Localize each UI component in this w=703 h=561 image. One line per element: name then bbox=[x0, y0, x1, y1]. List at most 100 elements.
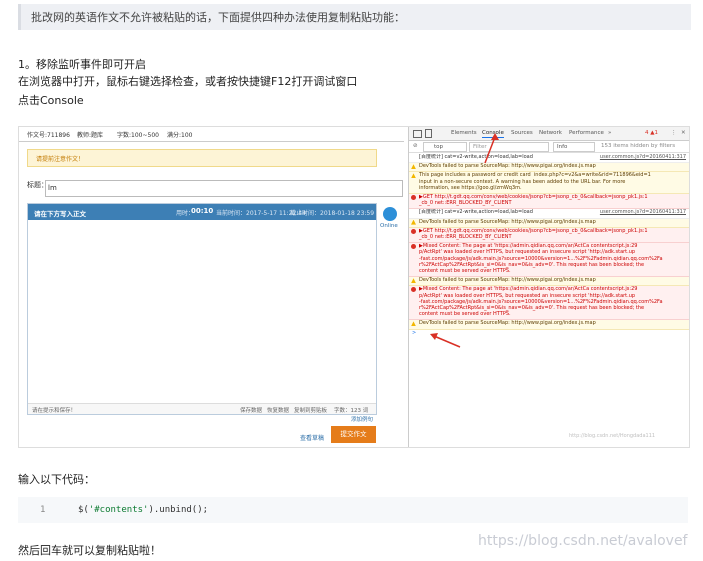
console-log-text: ▶GET http://t.gdt.qq.com/conv/web/cookie… bbox=[419, 194, 648, 207]
title-value: lm bbox=[48, 184, 57, 192]
prompt-caret: > bbox=[412, 329, 417, 336]
warning-text: 请提前注意作文！ bbox=[36, 156, 85, 163]
error-icon bbox=[411, 244, 416, 250]
submit-essay-button[interactable]: 提交作文 bbox=[331, 426, 376, 443]
console-log-row[interactable]: DevTools failed to parse SourceMap: http… bbox=[409, 320, 689, 330]
device-icon[interactable] bbox=[425, 129, 432, 138]
console-log-text: DevTools failed to parse SourceMap: http… bbox=[419, 320, 596, 327]
context-select[interactable]: top bbox=[423, 142, 467, 152]
filter-input[interactable]: Filter bbox=[469, 142, 549, 152]
devtools-tabs: Elements Console Sources Network Perform… bbox=[409, 127, 689, 141]
console-log-text: DevTools failed to parse SourceMap: http… bbox=[419, 277, 596, 284]
step1-instruction: 在浏览器中打开，鼠标右键选择检查，或者按快捷键F12打开调试窗口 bbox=[18, 75, 358, 88]
title-input[interactable]: lm bbox=[45, 180, 403, 197]
line-number: 1 bbox=[40, 505, 46, 515]
close-icon[interactable]: ✕ bbox=[681, 130, 686, 136]
console-log-row[interactable]: DevTools failed to parse SourceMap: http… bbox=[409, 218, 689, 228]
devtools-watermark: http://blog.csdn.net/Hongdada111 bbox=[569, 433, 656, 439]
console-log-row[interactable]: ▶GET http://t.gdt.qq.com/conv/web/cookie… bbox=[409, 227, 689, 244]
copy-clipboard-link[interactable]: 复制到剪贴板 bbox=[294, 406, 327, 414]
tab-elements[interactable]: Elements bbox=[451, 130, 477, 136]
console-log-row[interactable]: DevTools failed to parse SourceMap: http… bbox=[409, 163, 689, 173]
console-log-row[interactable]: This page includes a password or credit … bbox=[409, 172, 689, 194]
save-hint: 请在提示和保存！ bbox=[32, 408, 77, 414]
console-log-text: [百度统计] cat=v2-write,action=load,lab=load bbox=[419, 209, 533, 216]
intro-quote: 批改网的英语作文不允许被粘贴的话，下面提供四种办法使用复制粘贴功能： bbox=[18, 4, 691, 30]
console-log-row[interactable]: DevTools failed to parse SourceMap: http… bbox=[409, 277, 689, 287]
input-label: 输入以下代码： bbox=[18, 473, 95, 486]
warning-icon bbox=[411, 173, 416, 179]
console-prompt[interactable]: > bbox=[409, 329, 689, 338]
console-log-source[interactable]: user.common.js?d=20160411:317 bbox=[600, 154, 686, 160]
word-count: 字数：123 词 bbox=[334, 408, 369, 414]
filter-placeholder: Filter bbox=[473, 144, 487, 150]
screenshot-figure: 作文号:711896 教师:题库 字数:100~500 满分:100 请提前注意… bbox=[18, 126, 690, 448]
error-count-badge[interactable]: 4 ▲1 bbox=[645, 130, 658, 136]
step1-heading: 1。移除监听事件即可开启 bbox=[18, 58, 146, 71]
error-icon bbox=[411, 228, 416, 234]
menu-kebab-icon[interactable]: ⋮ bbox=[671, 130, 677, 136]
code-block: 1 $('#contents').unbind(); bbox=[18, 497, 688, 523]
console-log-row[interactable]: [百度统计] cat=v2-write,action=load,lab=load… bbox=[409, 154, 689, 164]
watermark: https://blog.csdn.net/avalovef bbox=[478, 533, 688, 549]
error-icon bbox=[411, 195, 416, 200]
essay-editor[interactable]: 请在下方写入正文 用时： 00:10 当前时间：2017-5-17 11:22:… bbox=[27, 203, 377, 415]
code-prefix: $( bbox=[78, 505, 89, 515]
console-log-text: DevTools failed to parse SourceMap: http… bbox=[419, 218, 596, 225]
save-data-link[interactable]: 保存数据 bbox=[240, 406, 262, 414]
code-string: '#contents' bbox=[88, 505, 149, 515]
full-score: 满分:100 bbox=[167, 132, 193, 139]
hidden-count: 153 items hidden by filters bbox=[601, 143, 676, 149]
essay-page: 作文号:711896 教师:题库 字数:100~500 满分:100 请提前注意… bbox=[19, 127, 404, 447]
essay-info-bar: 作文号:711896 教师:题库 字数:100~500 满分:100 bbox=[19, 127, 404, 142]
console-log-text: [百度统计] cat=v2-write,action=load,lab=load bbox=[419, 154, 533, 160]
console-log-text: This page includes a password or credit … bbox=[419, 172, 651, 191]
step1-console-hint: 点击Console bbox=[18, 94, 84, 107]
devtools-panel: Elements Console Sources Network Perform… bbox=[408, 127, 689, 447]
level-value: Info bbox=[557, 144, 568, 150]
warning-icon bbox=[411, 278, 416, 284]
warning-icon bbox=[411, 219, 416, 225]
online-help[interactable]: Online bbox=[380, 207, 400, 231]
deadline: 截止时间：2018-01-18 23:59 bbox=[290, 210, 375, 217]
clear-console-icon[interactable]: ⊘ bbox=[413, 143, 418, 149]
restore-data-link[interactable]: 恢复数据 bbox=[267, 406, 289, 414]
warning-banner: 请提前注意作文！ bbox=[27, 149, 377, 167]
outro-text: 然后回车就可以复制粘贴啦！ bbox=[18, 544, 161, 557]
level-select[interactable]: Info bbox=[553, 142, 595, 152]
intro-text: 批改网的英语作文不允许被粘贴的话，下面提供四种办法使用复制粘贴功能： bbox=[31, 11, 405, 24]
error-icon bbox=[411, 287, 416, 293]
inspect-icon[interactable] bbox=[413, 130, 422, 138]
editor-footer: 请在提示和保存！ 保存数据 恢复数据 复制到剪贴板 字数：123 词 bbox=[28, 403, 376, 414]
online-label: Online bbox=[380, 223, 398, 229]
console-log-text: ▶GET http://t.gdt.qq.com/conv/web/cookie… bbox=[419, 227, 648, 240]
console-log-source[interactable]: user.common.js?d=20160411:317 bbox=[600, 209, 686, 215]
tab-sources[interactable]: Sources bbox=[511, 130, 533, 136]
console-log-row[interactable]: ▶GET http://t.gdt.qq.com/conv/web/cookie… bbox=[409, 194, 689, 210]
view-draft-link[interactable]: 查看草稿 bbox=[300, 433, 324, 442]
essay-id: 作文号:711896 bbox=[27, 132, 70, 139]
teacher: 教师:题库 bbox=[77, 132, 104, 139]
console-log-text: ▶Mixed Content: The page at 'https://adm… bbox=[419, 243, 663, 274]
console-log-row[interactable]: [百度统计] cat=v2-write,action=load,lab=load… bbox=[409, 209, 689, 219]
more-tabs-icon[interactable]: » bbox=[608, 130, 611, 136]
warning-icon bbox=[411, 321, 416, 327]
timer: 00:10 bbox=[191, 207, 214, 215]
context-value: top bbox=[434, 144, 444, 150]
code-line: $('#contents').unbind(); bbox=[78, 505, 208, 515]
code-suffix: ).unbind(); bbox=[148, 505, 209, 515]
console-log-text: ▶Mixed Content: The page at 'https://adm… bbox=[419, 286, 663, 318]
chat-icon bbox=[383, 207, 397, 221]
editor-heading: 请在下方写入正文 bbox=[34, 210, 86, 218]
editor-header: 请在下方写入正文 用时： 00:10 当前时间：2017-5-17 11:22:… bbox=[28, 204, 376, 220]
add-example-link[interactable]: 添加例句 bbox=[351, 415, 373, 423]
console-log-row[interactable]: ▶Mixed Content: The page at 'https://adm… bbox=[409, 243, 689, 278]
tab-console[interactable]: Console bbox=[482, 130, 504, 138]
console-log-text: DevTools failed to parse SourceMap: http… bbox=[419, 163, 596, 170]
tab-performance[interactable]: Performance bbox=[569, 130, 604, 136]
tab-network[interactable]: Network bbox=[539, 130, 562, 136]
warning-icon bbox=[411, 164, 416, 170]
word-range: 字数:100~500 bbox=[117, 132, 159, 139]
console-log-row[interactable]: ▶Mixed Content: The page at 'https://adm… bbox=[409, 286, 689, 321]
console-toolbar: ⊘ top Filter Info 153 items hidden by fi… bbox=[409, 141, 689, 153]
